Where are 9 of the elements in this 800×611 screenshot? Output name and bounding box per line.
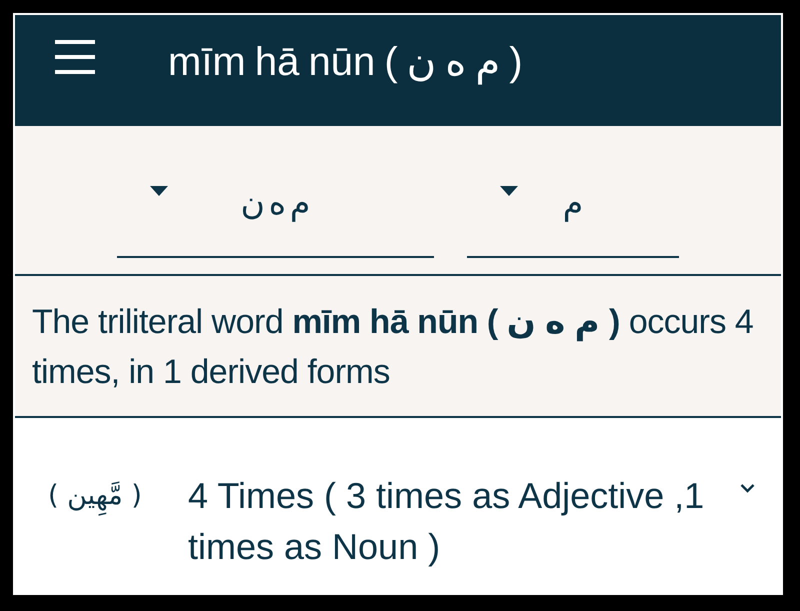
occurrence-text: 4 Times ( 3 times as Adjective ,1 times as Noun ) xyxy=(188,474,706,569)
arabic-word: ( مَّهِين ) xyxy=(48,470,188,522)
dropdown[interactable]: م ه ن xyxy=(117,168,434,258)
dropdown[interactable]: م xyxy=(467,168,679,258)
menu-icon[interactable] xyxy=(55,40,95,74)
caret-down-icon xyxy=(150,186,168,196)
caret-down-icon xyxy=(500,186,518,196)
app-title: mīm hā nūn ( م ه ن ) xyxy=(168,39,523,86)
chevron-down-icon[interactable] xyxy=(740,483,755,493)
